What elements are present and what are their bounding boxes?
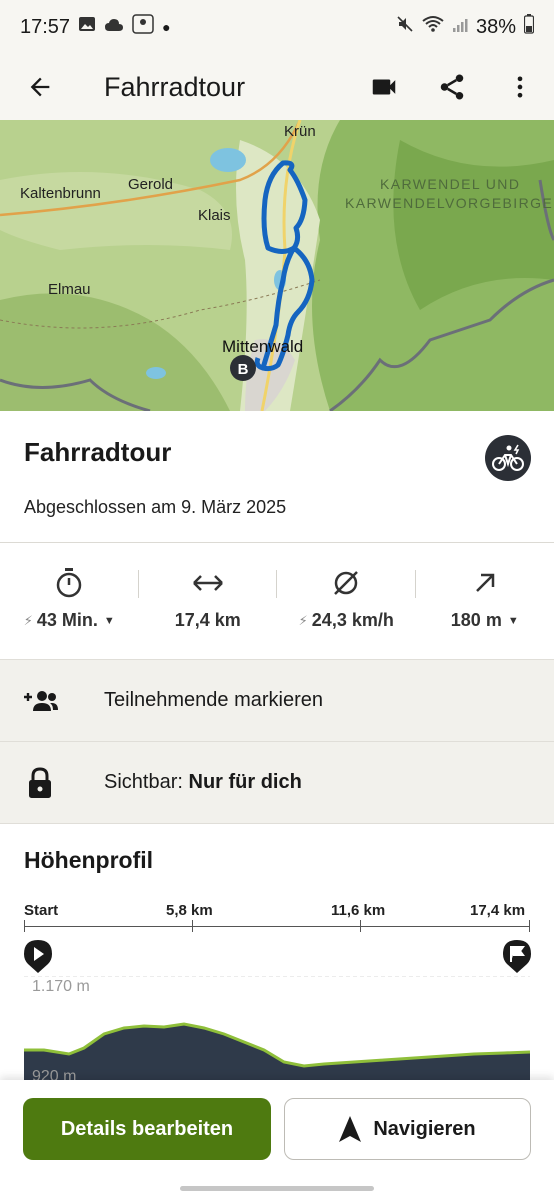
scale-label-3: 17,4 km [470,902,526,919]
divider [0,542,554,543]
scale-tick [24,920,25,932]
tag-participants-row[interactable]: Teilnehmende markieren [0,659,554,741]
arrow-back-icon [30,77,50,97]
video-camera-icon [372,79,396,95]
elevation-profile-title: Höhenprofil [24,847,154,873]
stat-elevation-value: 180 m [450,610,502,630]
average-icon [334,571,359,595]
visibility-row[interactable]: Sichtbar: Nur für dich [0,741,554,823]
map-label-kaltenbrunn: Kaltenbrunn [20,185,101,202]
stat-distance: 17,4 km [139,560,278,650]
scale-label-start: Start [24,902,59,919]
app-bar: Fahrradtour [0,54,554,120]
more-vert-icon [517,76,523,98]
dropdown-caret-icon: ▼ [507,614,519,627]
home-indicator[interactable] [180,1186,374,1191]
share-button[interactable] [418,54,486,120]
elevation-max-label: 1.170 m [32,978,90,995]
wifi-icon [422,15,444,39]
gallery-icon [78,15,96,39]
navigate-label: Navigieren [373,1117,476,1140]
scale-tick [192,920,193,932]
dot-icon: ● [162,19,171,35]
elevation-profile-chart[interactable] [24,975,531,1080]
stats-row: ⚡ 43 Min. ▼ 17,4 km ⚡ 24,3 km/h 180 m ▼ [0,560,554,650]
battery-icon [523,14,535,40]
divider [0,823,554,824]
sport-type-badge[interactable] [485,435,531,481]
map-label-krun: Krün [284,123,316,140]
start-marker-icon [24,940,52,974]
scale-tick [529,920,530,932]
stat-speed-value: 24,3 km/h [311,610,394,630]
status-bar: 17:57 ● 38% [0,0,554,54]
ebike-bolt-icon: ⚡ [298,612,308,628]
stat-duration-value: 43 Min. [36,610,98,630]
signal-icon [452,16,468,39]
share-icon [440,74,464,100]
scale-axis [24,926,530,927]
map-label-elmau: Elmau [48,281,91,298]
stat-avg-speed: ⚡ 24,3 km/h [277,560,416,650]
map-marker-b: B [238,361,249,378]
stat-distance-value: 17,4 km [174,610,241,630]
mute-icon [396,15,414,39]
cloud-icon [104,16,124,39]
tag-participants-label: Teilnehmende markieren [104,689,324,711]
completed-date: Abgeschlossen am 9. März 2025 [24,497,287,517]
page-title: Fahrradtour [104,71,246,102]
navigate-button[interactable]: Navigieren [284,1098,531,1160]
more-options-button[interactable] [486,54,554,120]
stat-duration[interactable]: ⚡ 43 Min. ▼ [0,560,139,650]
map-label-klais: Klais [198,207,231,224]
ebike-icon [492,444,524,471]
route-map[interactable]: B Krün Kaltenbrunn Gerold Klais Elmau Mi… [0,120,554,411]
stopwatch-icon [57,568,82,598]
ebike-bolt-icon: ⚡ [23,612,33,628]
scale-tick [360,920,361,932]
scale-label-1: 5,8 km [166,902,213,919]
arrow-up-right-icon [475,573,494,592]
battery-text: 38% [475,15,516,38]
status-time: 17:57 [20,15,71,38]
scale-label-2: 11,6 km [331,902,386,919]
stat-elevation[interactable]: 180 m ▼ [416,560,554,650]
activity-title: Fahrradtour [24,437,172,467]
add-person-icon [24,690,58,711]
visibility-value: Nur für dich [188,771,302,793]
finish-marker-icon [503,940,531,974]
imoo-icon [132,14,154,40]
map-label-mittenwald: Mittenwald [222,337,303,356]
edit-details-button[interactable]: Details bearbeiten [23,1098,271,1160]
map-label-karwendel-1: KARWENDEL UND [380,176,520,192]
visibility-label: Sichtbar: [104,771,183,793]
map-label-karwendel-2: KARWENDELVORGEBIRGE [345,195,553,211]
dropdown-caret-icon: ▼ [103,614,115,627]
video-button[interactable] [350,54,418,120]
back-button[interactable] [0,54,80,120]
map-label-gerold: Gerold [128,176,173,193]
navigation-arrow-icon [339,1116,362,1142]
lock-icon [29,766,51,798]
distance-arrows-icon [192,575,223,591]
